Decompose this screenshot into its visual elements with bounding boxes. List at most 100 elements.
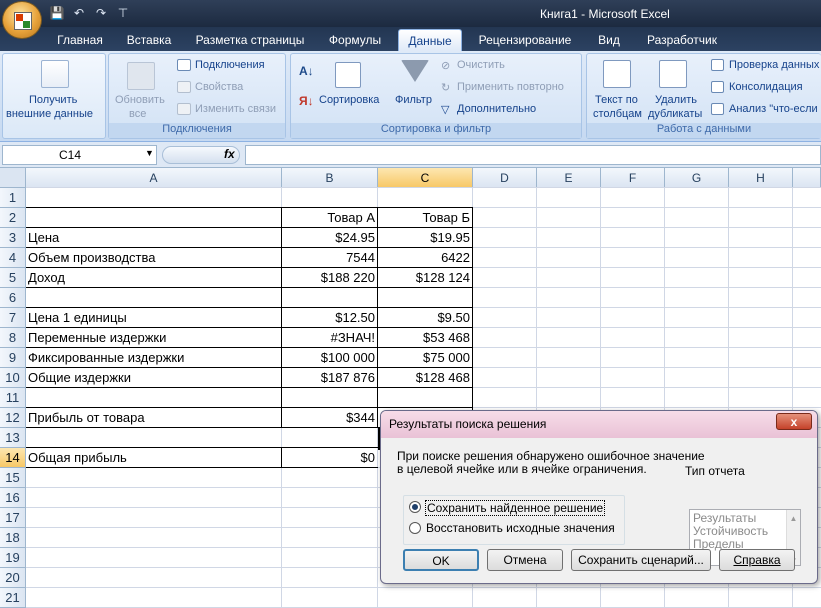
text-to-columns-label-2[interactable]: столбцам <box>593 108 642 120</box>
remove-duplicates-label-2[interactable]: дубликаты <box>648 108 702 120</box>
formula-input[interactable] <box>245 145 821 165</box>
tab-developer[interactable]: Разработчик <box>640 29 724 51</box>
cell-b4[interactable]: 7544 <box>282 248 378 268</box>
row-header-4[interactable]: 4 <box>0 248 26 268</box>
get-external-data-group[interactable]: Получить внешние данные <box>2 53 106 139</box>
keep-solution-radio[interactable] <box>409 501 421 513</box>
column-header-f[interactable]: F <box>601 168 665 188</box>
cell-a9[interactable]: Фиксированные издержки <box>26 348 282 368</box>
save-icon[interactable]: 💾 <box>48 5 66 21</box>
redo-icon[interactable]: ↷ <box>92 5 110 21</box>
cell-b10[interactable]: $187 876 <box>282 368 378 388</box>
cell-c2[interactable]: Товар Б <box>378 208 473 228</box>
consolidate-button[interactable]: Консолидация <box>729 81 803 93</box>
filter-button[interactable]: Фильтр <box>395 94 432 106</box>
row-header-3[interactable]: 3 <box>0 228 26 248</box>
row-header-15[interactable]: 15 <box>0 468 26 488</box>
row-header-21[interactable]: 21 <box>0 588 26 608</box>
row-header-8[interactable]: 8 <box>0 328 26 348</box>
row-header-11[interactable]: 11 <box>0 388 26 408</box>
cell-c10[interactable]: $128 468 <box>378 368 473 388</box>
row-header-5[interactable]: 5 <box>0 268 26 288</box>
tab-formulas[interactable]: Формулы <box>322 29 388 51</box>
cell-c4[interactable]: 6422 <box>378 248 473 268</box>
properties-button[interactable]: Свойства <box>195 81 243 93</box>
tab-home[interactable]: Главная <box>52 29 108 51</box>
row-header-20[interactable]: 20 <box>0 568 26 588</box>
tab-view[interactable]: Вид <box>592 29 626 51</box>
row-header-7[interactable]: 7 <box>0 308 26 328</box>
refresh-label-2[interactable]: все <box>129 108 146 120</box>
tab-insert[interactable]: Вставка <box>120 29 178 51</box>
row-header-6[interactable]: 6 <box>0 288 26 308</box>
row-header-19[interactable]: 19 <box>0 548 26 568</box>
cell-a7[interactable]: Цена 1 единицы <box>26 308 282 328</box>
cell-a12[interactable]: Прибыль от товара <box>26 408 282 428</box>
column-header-d[interactable]: D <box>473 168 537 188</box>
sort-az-icon[interactable]: A↓ <box>299 64 314 78</box>
cell-a3[interactable]: Цена <box>26 228 282 248</box>
column-header-e[interactable]: E <box>537 168 601 188</box>
insert-function-icon[interactable]: fx <box>224 147 235 161</box>
cell-c5[interactable]: $128 124 <box>378 268 473 288</box>
sort-za-icon[interactable]: Я↓ <box>299 94 314 108</box>
cell-c9[interactable]: $75 000 <box>378 348 473 368</box>
row-header-2[interactable]: 2 <box>0 208 26 228</box>
close-button[interactable]: x <box>776 413 812 430</box>
cell-c7[interactable]: $9.50 <box>378 308 473 328</box>
connections-button[interactable]: Подключения <box>195 59 265 71</box>
column-header-b[interactable]: B <box>282 168 378 188</box>
remove-duplicates-label-1[interactable]: Удалить <box>655 94 697 106</box>
cell-a14[interactable]: Общая прибыль <box>26 448 282 468</box>
row-header-16[interactable]: 16 <box>0 488 26 508</box>
row-header-13[interactable]: 13 <box>0 428 26 448</box>
ok-button[interactable]: OK <box>403 549 479 571</box>
row-header-18[interactable]: 18 <box>0 528 26 548</box>
cell-a4[interactable]: Объем производства <box>26 248 282 268</box>
cell-b5[interactable]: $188 220 <box>282 268 378 288</box>
cell-a10[interactable]: Общие издержки <box>26 368 282 388</box>
row-header-10[interactable]: 10 <box>0 368 26 388</box>
row-header-9[interactable]: 9 <box>0 348 26 368</box>
cell-c3[interactable]: $19.95 <box>378 228 473 248</box>
name-box-dropdown-icon[interactable]: ▼ <box>145 148 154 158</box>
text-to-columns-label-1[interactable]: Текст по <box>595 94 638 106</box>
cell-b9[interactable]: $100 000 <box>282 348 378 368</box>
tab-review[interactable]: Рецензирование <box>474 29 576 51</box>
restore-values-radio[interactable] <box>409 522 421 534</box>
column-header-c[interactable]: C <box>378 168 473 188</box>
edit-links-button[interactable]: Изменить связи <box>195 103 276 115</box>
row-header-1[interactable]: 1 <box>0 188 26 208</box>
tab-data[interactable]: Данные <box>398 29 462 51</box>
restore-values-label[interactable]: Восстановить исходные значения <box>426 521 615 535</box>
name-box[interactable]: C14 <box>2 145 157 165</box>
undo-icon[interactable]: ↶ <box>70 5 88 21</box>
cell-c8[interactable]: $53 468 <box>378 328 473 348</box>
customize-qat-icon[interactable]: ⊤ <box>114 5 132 21</box>
cell-b12[interactable]: $344 <box>282 408 378 428</box>
cell-b7[interactable]: $12.50 <box>282 308 378 328</box>
cell-b8[interactable]: #ЗНАЧ! <box>282 328 378 348</box>
help-button[interactable]: Справка <box>719 549 795 571</box>
save-scenario-button[interactable]: Сохранить сценарий... <box>571 549 711 571</box>
tab-page-layout[interactable]: Разметка страницы <box>190 29 310 51</box>
cell-a8[interactable]: Переменные издержки <box>26 328 282 348</box>
column-header-g[interactable]: G <box>665 168 729 188</box>
sort-button[interactable]: Сортировка <box>319 94 379 106</box>
what-if-button[interactable]: Анализ "что-если <box>729 103 818 115</box>
office-button[interactable] <box>2 1 42 39</box>
cell-a5[interactable]: Доход <box>26 268 282 288</box>
reapply-button[interactable]: Применить повторно <box>457 81 564 93</box>
clear-button[interactable]: Очистить <box>457 59 505 71</box>
cell-b2[interactable]: Товар А <box>282 208 378 228</box>
column-header-h[interactable]: H <box>729 168 793 188</box>
advanced-button[interactable]: Дополнительно <box>457 103 536 115</box>
refresh-label-1[interactable]: Обновить <box>115 94 165 106</box>
keep-solution-label[interactable]: Сохранить найденное решение <box>425 500 606 516</box>
row-header-14[interactable]: 14 <box>0 448 26 468</box>
row-header-12[interactable]: 12 <box>0 408 26 428</box>
data-validation-button[interactable]: Проверка данных <box>729 59 819 71</box>
cancel-button[interactable]: Отмена <box>487 549 563 571</box>
select-all-corner[interactable] <box>0 168 26 188</box>
cell-b14[interactable]: $0 <box>282 448 378 468</box>
